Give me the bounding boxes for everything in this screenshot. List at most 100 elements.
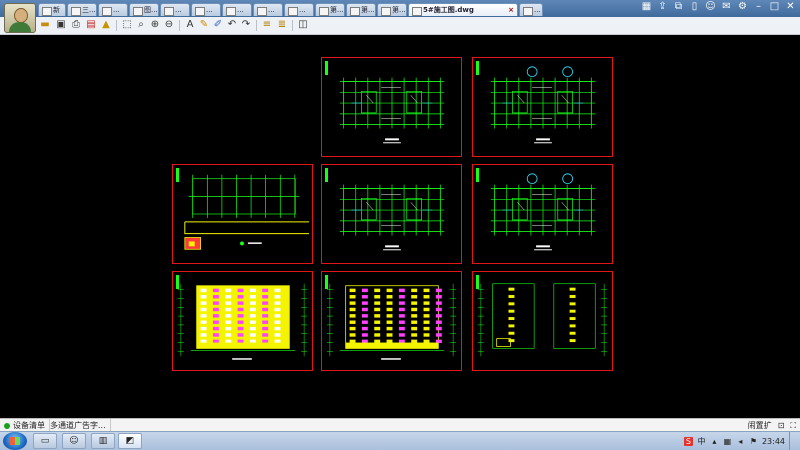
- drawing-sheet-rear-elevation[interactable]: [321, 271, 462, 371]
- drawing-sheet-side-elevation[interactable]: [472, 271, 613, 371]
- sogou-ime-icon[interactable]: S: [683, 436, 693, 446]
- open-folder-icon[interactable]: ▬: [39, 19, 51, 31]
- share-icon[interactable]: ⇪: [657, 1, 668, 12]
- drawing-canvas[interactable]: [0, 35, 800, 418]
- layer-icon[interactable]: ≡: [261, 19, 273, 31]
- tab-label: ...: [175, 6, 182, 14]
- tab-label: 新: [53, 6, 60, 14]
- redo-icon[interactable]: ↷: [240, 19, 252, 31]
- zoom-in-icon[interactable]: ⊕: [149, 19, 161, 31]
- avatar-body-icon: [9, 22, 31, 32]
- tab-document-7[interactable]: ...: [253, 3, 283, 16]
- restore-icon[interactable]: □: [769, 1, 780, 12]
- clock-time[interactable]: 23:44: [762, 437, 785, 446]
- document-icon: [350, 7, 360, 16]
- tab-document-9[interactable]: 第...: [315, 3, 345, 16]
- tab-document-3[interactable]: 图...: [129, 3, 159, 16]
- network-icon[interactable]: ▦: [723, 437, 732, 446]
- window-system-icons: ▦ ⇪ ⧉ ▯ ☺ ✉ ⚙ – □ ✕: [641, 1, 796, 16]
- document-icon: [257, 7, 267, 16]
- zoom-realtime-icon[interactable]: ⌕: [135, 19, 147, 31]
- status-dot-icon: [4, 422, 10, 429]
- tab-document-12[interactable]: 5#施工图.dwg ×: [408, 3, 518, 16]
- save-icon[interactable]: ▣: [55, 19, 67, 31]
- markup-pen-icon[interactable]: ✐: [212, 19, 224, 31]
- flag-icon[interactable]: ⚑: [749, 437, 758, 446]
- tab-label: ...: [534, 6, 541, 14]
- drawing-sheet-top-plan[interactable]: [472, 57, 613, 157]
- system-tray: S 中 ▴ ▦ ◂ ⚑ 23:44: [683, 432, 800, 450]
- export-pdf-icon[interactable]: ▤: [85, 19, 97, 31]
- minimize-icon[interactable]: –: [753, 1, 764, 12]
- status-item-label: 设备清单: [13, 421, 45, 430]
- avatar-head-icon: [14, 8, 28, 23]
- tab-document-2[interactable]: ...: [98, 3, 128, 16]
- document-icon: [71, 7, 81, 16]
- tab-label: ...: [299, 6, 306, 14]
- tab-document-13[interactable]: ...: [519, 3, 543, 16]
- document-icon: [226, 7, 236, 16]
- drawing-sheet-ground-plan[interactable]: [472, 164, 613, 264]
- document-icon: [319, 7, 329, 16]
- tab-document-11[interactable]: 第...: [377, 3, 407, 16]
- sheet-drawing-graphic: [326, 283, 457, 360]
- tab-label: 第...: [392, 6, 406, 14]
- mail-icon[interactable]: ✉: [721, 1, 732, 12]
- drawing-sheet-site-plan[interactable]: [172, 164, 313, 264]
- tab-document-10[interactable]: 第...: [346, 3, 376, 16]
- tab-document-5[interactable]: ...: [191, 3, 221, 16]
- layer-stack-icon[interactable]: ◫: [297, 19, 309, 31]
- taskbar-explorer-icon[interactable]: ▭: [33, 433, 57, 449]
- settings-icon[interactable]: ⚙: [737, 1, 748, 12]
- print-icon[interactable]: ⎙: [70, 19, 82, 31]
- sheet-drawing-graphic: [490, 66, 596, 144]
- pencil-icon[interactable]: ✎: [198, 19, 210, 31]
- drawing-sheet-roof-plan[interactable]: [321, 57, 462, 157]
- tab-label: 三...: [82, 6, 96, 14]
- drawing-sheet-floor-plan[interactable]: [321, 164, 462, 264]
- tab-document-6[interactable]: ...: [222, 3, 252, 16]
- tab-label: ...: [206, 6, 213, 14]
- document-icon: [288, 7, 298, 16]
- taskbar-cad-viewer-icon[interactable]: ◩: [118, 433, 142, 449]
- lock-icon[interactable]: ▲: [100, 19, 112, 31]
- toolbar-divider: [179, 20, 180, 31]
- tab-label: ...: [237, 6, 244, 14]
- tab-document-0[interactable]: 新: [38, 3, 66, 16]
- sheet-drawing-graphic: [177, 283, 308, 360]
- taskbar-books-icon[interactable]: ▥: [91, 433, 115, 449]
- toolbar-divider: [292, 20, 293, 31]
- ime-mode-icon[interactable]: 中: [697, 437, 706, 446]
- document-icon: [133, 7, 143, 16]
- status-bar: 设备清单 多通道广告字... 闹置扩 ⊡ ⛶: [0, 418, 800, 432]
- text-tool-icon[interactable]: A: [184, 19, 196, 31]
- copy-icon[interactable]: ⧉: [673, 1, 684, 12]
- user-icon[interactable]: ☺: [705, 1, 716, 12]
- grid-icon[interactable]: ▦: [641, 1, 652, 12]
- drawing-sheet-front-elevation[interactable]: [172, 271, 313, 371]
- volume-icon[interactable]: ◂: [736, 437, 745, 446]
- taskbar-app-avatar-icon[interactable]: ☺: [62, 433, 86, 449]
- layout-icon[interactable]: ≣: [276, 19, 288, 31]
- close-icon[interactable]: ✕: [785, 1, 796, 12]
- phone-icon[interactable]: ▯: [689, 1, 700, 12]
- tab-document-8[interactable]: ...: [284, 3, 314, 16]
- start-button[interactable]: [3, 432, 27, 450]
- zoom-window-icon[interactable]: ⬚: [121, 19, 133, 31]
- windows-logo-icon: [10, 437, 20, 445]
- sheet-drawing-graphic: [339, 184, 445, 251]
- document-icon: [523, 7, 533, 16]
- show-desktop-button[interactable]: [789, 432, 796, 450]
- zoom-extents-icon[interactable]: ⊖: [163, 19, 175, 31]
- tray-expand-icon[interactable]: ▴: [710, 437, 719, 446]
- tab-label: 第...: [361, 6, 375, 14]
- tab-document-4[interactable]: ...: [160, 3, 190, 16]
- document-icon: [164, 7, 174, 16]
- tab-label: ...: [113, 6, 120, 14]
- document-icon: [412, 7, 422, 16]
- tab-label: ...: [268, 6, 275, 14]
- tab-document-1[interactable]: 三...: [67, 3, 97, 16]
- tab-close-icon[interactable]: ×: [508, 4, 514, 16]
- user-avatar[interactable]: [4, 3, 36, 33]
- undo-icon[interactable]: ↶: [226, 19, 238, 31]
